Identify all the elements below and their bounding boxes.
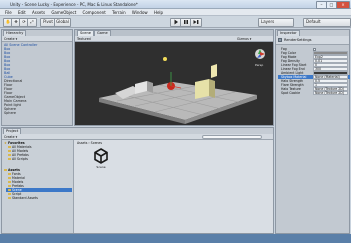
orientation-gizmo[interactable] [255, 49, 265, 59]
hierarchy-item[interactable]: Sphere [4, 111, 16, 115]
folder-icon [8, 172, 11, 176]
favorite-label: All Scripts [12, 157, 28, 161]
toolbar: ✋ ✥ ⟳ ⤢ Pivot Global Layers Default [0, 16, 351, 28]
step-button[interactable] [190, 18, 202, 27]
persp-label: Persp [255, 63, 263, 67]
project-folder-tree: ★ Favorites All Materials All Models All… [2, 140, 74, 233]
scene-panel: Scene Game Textured Gizmos ▾ Persp [74, 29, 274, 126]
breadcrumb: Assets › Scenes [77, 141, 103, 145]
inspector-row-spot-cookie[interactable]: Spot Cookie None (Texture 2D) [278, 91, 350, 95]
folder-icon [4, 168, 7, 172]
search-filter-icon [8, 157, 11, 161]
search-filter-icon [8, 145, 11, 149]
star-icon: ★ [4, 141, 7, 145]
hierarchy-create-button[interactable]: Create ▾ [4, 37, 17, 41]
project-create-button[interactable]: Create ▾ [4, 135, 17, 139]
taskbar [0, 234, 351, 243]
scene-asset[interactable]: Scene [92, 148, 110, 170]
scene-viewport[interactable]: Persp [75, 42, 273, 125]
asset-folder[interactable]: Standard Assets [8, 196, 38, 200]
shading-mode-dropdown[interactable]: Textured [77, 37, 91, 41]
light-cube-object [211, 64, 217, 78]
box-object [147, 81, 153, 93]
step-icon [193, 20, 199, 24]
render-settings-icon [278, 38, 282, 42]
gizmos-dropdown[interactable]: Gizmos ▾ [237, 37, 251, 41]
menu-help[interactable]: Help [154, 10, 163, 15]
inspector-title: RenderSettings [284, 38, 312, 42]
inspector-row-label: Spot Cookie [281, 91, 301, 95]
light-cube-object [195, 79, 209, 99]
menu-component[interactable]: Component [83, 10, 106, 15]
menu-assets[interactable]: Assets [32, 10, 45, 15]
menu-terrain[interactable]: Terrain [112, 10, 126, 15]
light-gizmo [163, 57, 167, 61]
window-title: Unity - Scene Lucky - Experience - PC, M… [10, 2, 138, 7]
hierarchy-panel: Hierarchy Create ▾ All Scene Controller … [1, 29, 73, 126]
play-icon [174, 19, 178, 25]
global-toggle[interactable]: Global [54, 18, 71, 27]
project-asset-area: Assets › Scenes Scene [74, 140, 273, 233]
unity-scene-icon [94, 148, 108, 164]
folder-icon [8, 192, 11, 196]
folder-icon [8, 188, 11, 192]
folder-icon [8, 180, 11, 184]
search-filter-icon [8, 153, 11, 157]
layers-dropdown[interactable]: Layers [258, 18, 294, 27]
folder-icon [8, 176, 11, 180]
spot-cookie-field[interactable]: None (Texture 2D) [313, 91, 348, 95]
menu-file[interactable]: File [5, 10, 12, 15]
menu-edit[interactable]: Edit [18, 10, 26, 15]
title-bar: Unity - Scene Lucky - Experience - PC, M… [0, 0, 351, 9]
light-cube-object [209, 79, 215, 98]
menu-gameobject[interactable]: GameObject [51, 10, 76, 15]
scale-tool-button[interactable]: ⤢ [27, 18, 37, 27]
folder-icon [8, 196, 11, 200]
menu-bar: File Edit Assets GameObject Component Te… [0, 9, 351, 16]
folder-icon [8, 184, 11, 188]
favorite-item[interactable]: All Scripts [8, 157, 28, 161]
folder-label: Standard Assets [12, 196, 38, 200]
inspector-panel: Inspector RenderSettings Fog Fog Color F… [275, 29, 350, 234]
close-button[interactable]: × [336, 1, 350, 9]
pause-icon [184, 20, 188, 24]
project-panel: Project Create ▾ ★ Favorites All Materia… [1, 127, 274, 234]
project-search-input[interactable] [202, 135, 262, 139]
hierarchy-toolbar: Create ▾ [2, 36, 72, 42]
layout-dropdown[interactable]: Default [303, 18, 351, 27]
inspector-header: RenderSettings [276, 36, 349, 45]
search-filter-icon [8, 149, 11, 153]
menu-window[interactable]: Window [132, 10, 148, 15]
scene-asset-label: Scene [96, 165, 106, 169]
